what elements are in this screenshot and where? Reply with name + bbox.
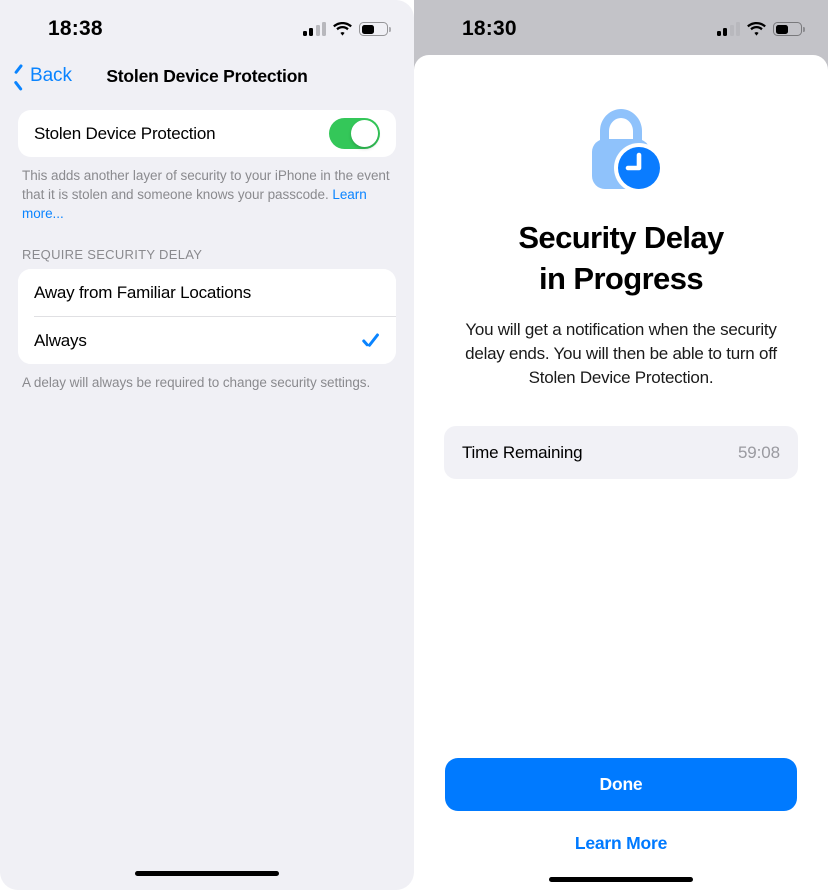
learn-more-button[interactable]: Learn More bbox=[575, 833, 668, 854]
time-remaining-row: Time Remaining 59:08 bbox=[444, 426, 798, 479]
home-indicator bbox=[135, 870, 279, 876]
options-footnote: A delay will always be required to chang… bbox=[22, 375, 371, 390]
back-button-label: Back bbox=[30, 65, 72, 86]
left-nav-bar: Back Stolen Device Protection bbox=[0, 54, 414, 98]
cellular-signal-icon bbox=[716, 22, 740, 36]
left-screen: 18:38 Back Stolen Device Protection Stol… bbox=[0, 0, 414, 890]
sheet-title-line1: Security Delay bbox=[518, 220, 724, 255]
protection-footnote: This adds another layer of security to y… bbox=[18, 157, 396, 223]
option-away-from-familiar-locations[interactable]: Away from Familiar Locations bbox=[18, 269, 396, 316]
home-indicator bbox=[549, 876, 693, 882]
battery-icon bbox=[359, 22, 391, 36]
right-status-bar: 18:30 bbox=[414, 0, 828, 54]
sheet-title: Security Delay in Progress bbox=[518, 217, 724, 299]
time-remaining-label: Time Remaining bbox=[462, 442, 583, 462]
chevron-left-icon bbox=[14, 67, 25, 85]
status-time: 18:30 bbox=[462, 17, 517, 40]
left-status-bar: 18:38 bbox=[0, 0, 414, 54]
stolen-device-protection-row[interactable]: Stolen Device Protection bbox=[18, 110, 396, 157]
wifi-icon bbox=[747, 22, 766, 36]
require-security-delay-header: REQUIRE SECURITY DELAY bbox=[22, 247, 203, 262]
status-icon-group bbox=[716, 22, 805, 36]
sheet-body-text: You will get a notification when the sec… bbox=[465, 320, 777, 387]
security-delay-options-card: Away from Familiar Locations Always bbox=[18, 269, 396, 364]
time-remaining-value: 59:08 bbox=[737, 442, 780, 462]
left-content: Stolen Device Protection This adds anoth… bbox=[0, 98, 414, 392]
option-always[interactable]: Always bbox=[18, 317, 396, 364]
status-icon-group bbox=[302, 22, 391, 36]
back-button[interactable]: Back bbox=[14, 65, 72, 87]
protection-toggle-card: Stolen Device Protection bbox=[18, 110, 396, 157]
wifi-icon bbox=[333, 22, 352, 36]
dual-screenshot-stage: 18:38 Back Stolen Device Protection Stol… bbox=[0, 0, 828, 896]
toggle-knob bbox=[351, 120, 378, 147]
status-time: 18:38 bbox=[48, 17, 103, 40]
right-phone-panel: 18:30 Security Delay in Progress You wil… bbox=[414, 0, 828, 896]
checkmark-icon bbox=[361, 332, 378, 349]
stolen-device-protection-label: Stolen Device Protection bbox=[34, 123, 216, 143]
option-label: Away from Familiar Locations bbox=[34, 282, 252, 302]
security-delay-sheet: Security Delay in Progress You will get … bbox=[414, 55, 828, 896]
cellular-signal-icon bbox=[302, 22, 326, 36]
done-button[interactable]: Done bbox=[445, 758, 797, 811]
sheet-title-line2: in Progress bbox=[539, 261, 704, 296]
stolen-device-protection-toggle[interactable] bbox=[329, 118, 380, 149]
left-phone-panel: 18:38 Back Stolen Device Protection Stol… bbox=[0, 0, 414, 896]
lock-with-clock-icon bbox=[573, 105, 669, 197]
option-label: Always bbox=[34, 330, 87, 350]
battery-icon bbox=[773, 22, 805, 36]
